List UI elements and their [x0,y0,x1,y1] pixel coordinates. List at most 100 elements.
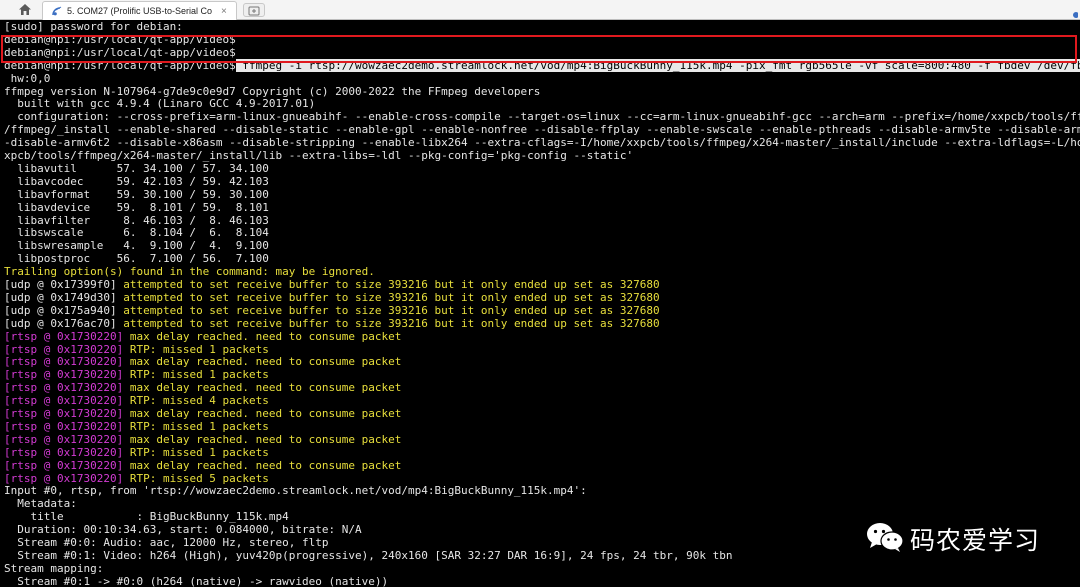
udp-warning: attempted to set receive buffer to size … [116,303,660,317]
rtsp-tag: [rtsp @ 0x1730220] [4,458,124,472]
watermark-text: 码农爱学习 [910,526,1041,555]
rtsp-message: RTP: missed 1 packets [123,368,269,382]
udp-warning: attempted to set receive buffer to size … [116,316,660,330]
terminal-line: [udp @ 0x176ac70] attempted to set recei… [4,317,660,330]
terminal-line: built with gcc 4.9.4 (Linaro GCC 4.9-201… [4,97,315,110]
terminal-line: libswscale 6. 8.104 / 6. 8.104 [4,226,269,239]
terminal-text: libavutil 57. 34.100 / 57. 34.100 [4,161,269,175]
terminal-line: Metadata: [4,497,77,510]
terminal-text: Metadata: [4,497,77,511]
rtsp-message: max delay reached. need to consume packe… [123,458,402,472]
terminal-text: Stream #0:1 -> #0:0 (h264 (native) -> ra… [4,574,389,587]
terminal-line: [rtsp @ 0x1730220] RTP: missed 1 packets [4,446,269,459]
terminal-text: Duration: 00:10:34.63, start: 0.084000, … [4,523,362,537]
terminal-line: Input #0, rtsp, from 'rtsp://wowzaec2dem… [4,484,587,497]
terminal-text: -disable-armv6t2 --disable-x86asm --disa… [4,136,1080,150]
terminal-line: libavformat 59. 30.100 / 59. 30.100 [4,188,269,201]
home-icon [18,1,32,20]
terminal-text: built with gcc 4.9.4 (Linaro GCC 4.9-201… [4,97,316,111]
terminal-line: ffmpeg version N-107964-g7de9c0e9d7 Copy… [4,85,540,98]
terminal-line: Stream #0:0: Audio: aac, 12000 Hz, stere… [4,536,329,549]
tab-close-button[interactable]: × [221,6,227,17]
status-icon [1070,5,1079,18]
watermark: 码农爱学习 [866,521,1040,557]
terminal-line: [rtsp @ 0x1730220] max delay reached. ne… [4,459,401,472]
terminal-text: title : BigBuckBunny_115k.mp4 [4,510,289,524]
terminal-line: configuration: --cross-prefix=arm-linux-… [4,110,1080,123]
terminal-output[interactable]: [sudo] password for debian: debian@npi:/u… [0,20,1080,587]
terminal-text: Stream #0:1: Video: h264 (High), yuv420p… [4,548,733,562]
terminal-text: libpostproc 56. 7.100 / 56. 7.100 [4,252,269,266]
terminal-text: libavformat 59. 30.100 / 59. 30.100 [4,187,269,201]
new-tab-icon [248,1,260,20]
terminal-line: libavfilter 8. 46.103 / 8. 46.103 [4,214,269,227]
rtsp-message: RTP: missed 1 packets [123,419,269,433]
terminal-line: [rtsp @ 0x1730220] max delay reached. ne… [4,433,401,446]
terminal-line: Stream mapping: [4,562,103,575]
tab-com27[interactable]: 5. COM27 (Prolific USB-to-Serial Co × [42,1,237,20]
rtsp-message: max delay reached. need to consume packe… [123,407,402,420]
terminal-line: [rtsp @ 0x1730220] RTP: missed 4 packets [4,394,269,407]
terminal-line: [rtsp @ 0x1730220] max delay reached. ne… [4,330,401,343]
udp-tag: [udp @ 0x1749d30] [4,290,117,304]
terminal-text: libswscale 6. 8.104 / 6. 8.104 [4,226,269,240]
terminal-line: Stream #0:1: Video: h264 (High), yuv420p… [4,549,732,562]
rtsp-tag: [rtsp @ 0x1730220] [4,407,124,420]
rtsp-tag: [rtsp @ 0x1730220] [4,445,124,459]
satellite-dish-icon [51,5,63,17]
rtsp-tag: [rtsp @ 0x1730220] [4,368,124,382]
terminal-line: Trailing option(s) found in the command:… [4,265,375,278]
terminal-text: Stream #0:0: Audio: aac, 12000 Hz, stere… [4,536,329,549]
terminal-line: -disable-armv6t2 --disable-x86asm --disa… [4,136,1080,149]
terminal-line: [rtsp @ 0x1730220] RTP: missed 1 packets [4,343,269,356]
terminal-line: libavcodec 59. 42.103 / 59. 42.103 [4,175,269,188]
terminal-text: Stream mapping: [4,561,104,575]
command-highlight-box [1,35,1077,63]
terminal-line: [rtsp @ 0x1730220] max delay reached. ne… [4,355,401,368]
udp-warning: attempted to set receive buffer to size … [116,290,660,304]
terminal-line: libswresample 4. 9.100 / 4. 9.100 [4,239,269,252]
rtsp-tag: [rtsp @ 0x1730220] [4,419,124,433]
terminal-line: libavdevice 59. 8.101 / 59. 8.101 [4,201,269,214]
rtsp-tag: [rtsp @ 0x1730220] [4,381,124,395]
rtsp-tag: [rtsp @ 0x1730220] [4,329,124,343]
terminal-line: title : BigBuckBunny_115k.mp4 [4,510,289,524]
udp-tag: [udp @ 0x176ac70] [4,316,117,330]
rtsp-message: max delay reached. need to consume packe… [123,381,402,395]
terminal-text: xpcb/tools/ffmpeg/x264-master/_install/l… [4,149,634,162]
terminal-text: [sudo] password for debian: [4,20,183,33]
rtsp-tag: [rtsp @ 0x1730220] [4,355,124,369]
terminal-line: /ffmpeg/_install --enable-shared --disab… [4,123,1080,136]
home-button[interactable] [14,2,36,18]
rtsp-message: RTP: missed 4 packets [123,394,269,408]
rtsp-message: RTP: missed 1 packets [123,342,269,356]
udp-tag: [udp @ 0x17399f0] [4,278,117,291]
rtsp-tag: [rtsp @ 0x1730220] [4,394,124,408]
terminal-line: [udp @ 0x175a940] attempted to set recei… [4,304,660,317]
rtsp-message: max delay reached. need to consume packe… [123,432,402,446]
terminal-text: libswresample 4. 9.100 / 4. 9.100 [4,239,269,253]
terminal-line: [rtsp @ 0x1730220] RTP: missed 1 packets [4,368,269,381]
rtsp-message: RTP: missed 5 packets [123,471,269,485]
terminal-text: libavcodec 59. 42.103 / 59. 42.103 [4,174,269,188]
terminal-line: [rtsp @ 0x1730220] RTP: missed 5 packets [4,472,269,485]
terminal-line: [rtsp @ 0x1730220] RTP: missed 1 packets [4,420,269,433]
terminal-line: libavutil 57. 34.100 / 57. 34.100 [4,162,269,175]
tab-bar: 5. COM27 (Prolific USB-to-Serial Co × [0,0,1080,20]
rtsp-message: RTP: missed 1 packets [123,445,269,459]
terminal-text: Input #0, rtsp, from 'rtsp://wowzaec2dem… [4,484,587,498]
terminal-text: libavfilter 8. 46.103 / 8. 46.103 [4,213,269,227]
new-tab-button[interactable] [243,3,265,17]
rtsp-message: max delay reached. need to consume packe… [123,355,402,369]
terminal-line: Duration: 00:10:34.63, start: 0.084000, … [4,523,362,537]
terminal-line: libpostproc 56. 7.100 / 56. 7.100 [4,252,269,265]
rtsp-tag: [rtsp @ 0x1730220] [4,342,124,356]
tab-title: 5. COM27 (Prolific USB-to-Serial Co [67,6,213,16]
terminal-text: /ffmpeg/_install --enable-shared --disab… [4,123,1080,137]
terminal-line: [rtsp @ 0x1730220] max delay reached. ne… [4,407,401,420]
terminal-line: hw:0,0 [4,72,51,85]
rtsp-message: max delay reached. need to consume packe… [123,329,402,343]
rtsp-tag: [rtsp @ 0x1730220] [4,432,124,446]
terminal-line: [rtsp @ 0x1730220] max delay reached. ne… [4,381,401,394]
terminal-line: Stream #0:1 -> #0:0 (h264 (native) -> ra… [4,575,388,587]
